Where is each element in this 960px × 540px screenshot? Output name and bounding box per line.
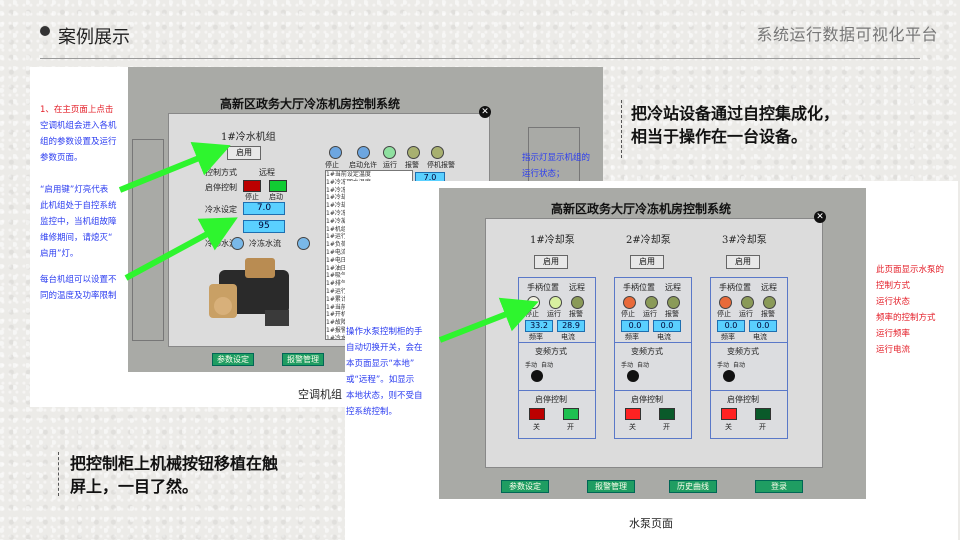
arrow-hand-switch [438,297,539,343]
arrow-layer [118,142,539,343]
arrow-enable [118,142,231,193]
arrow-setpoint [124,217,238,281]
